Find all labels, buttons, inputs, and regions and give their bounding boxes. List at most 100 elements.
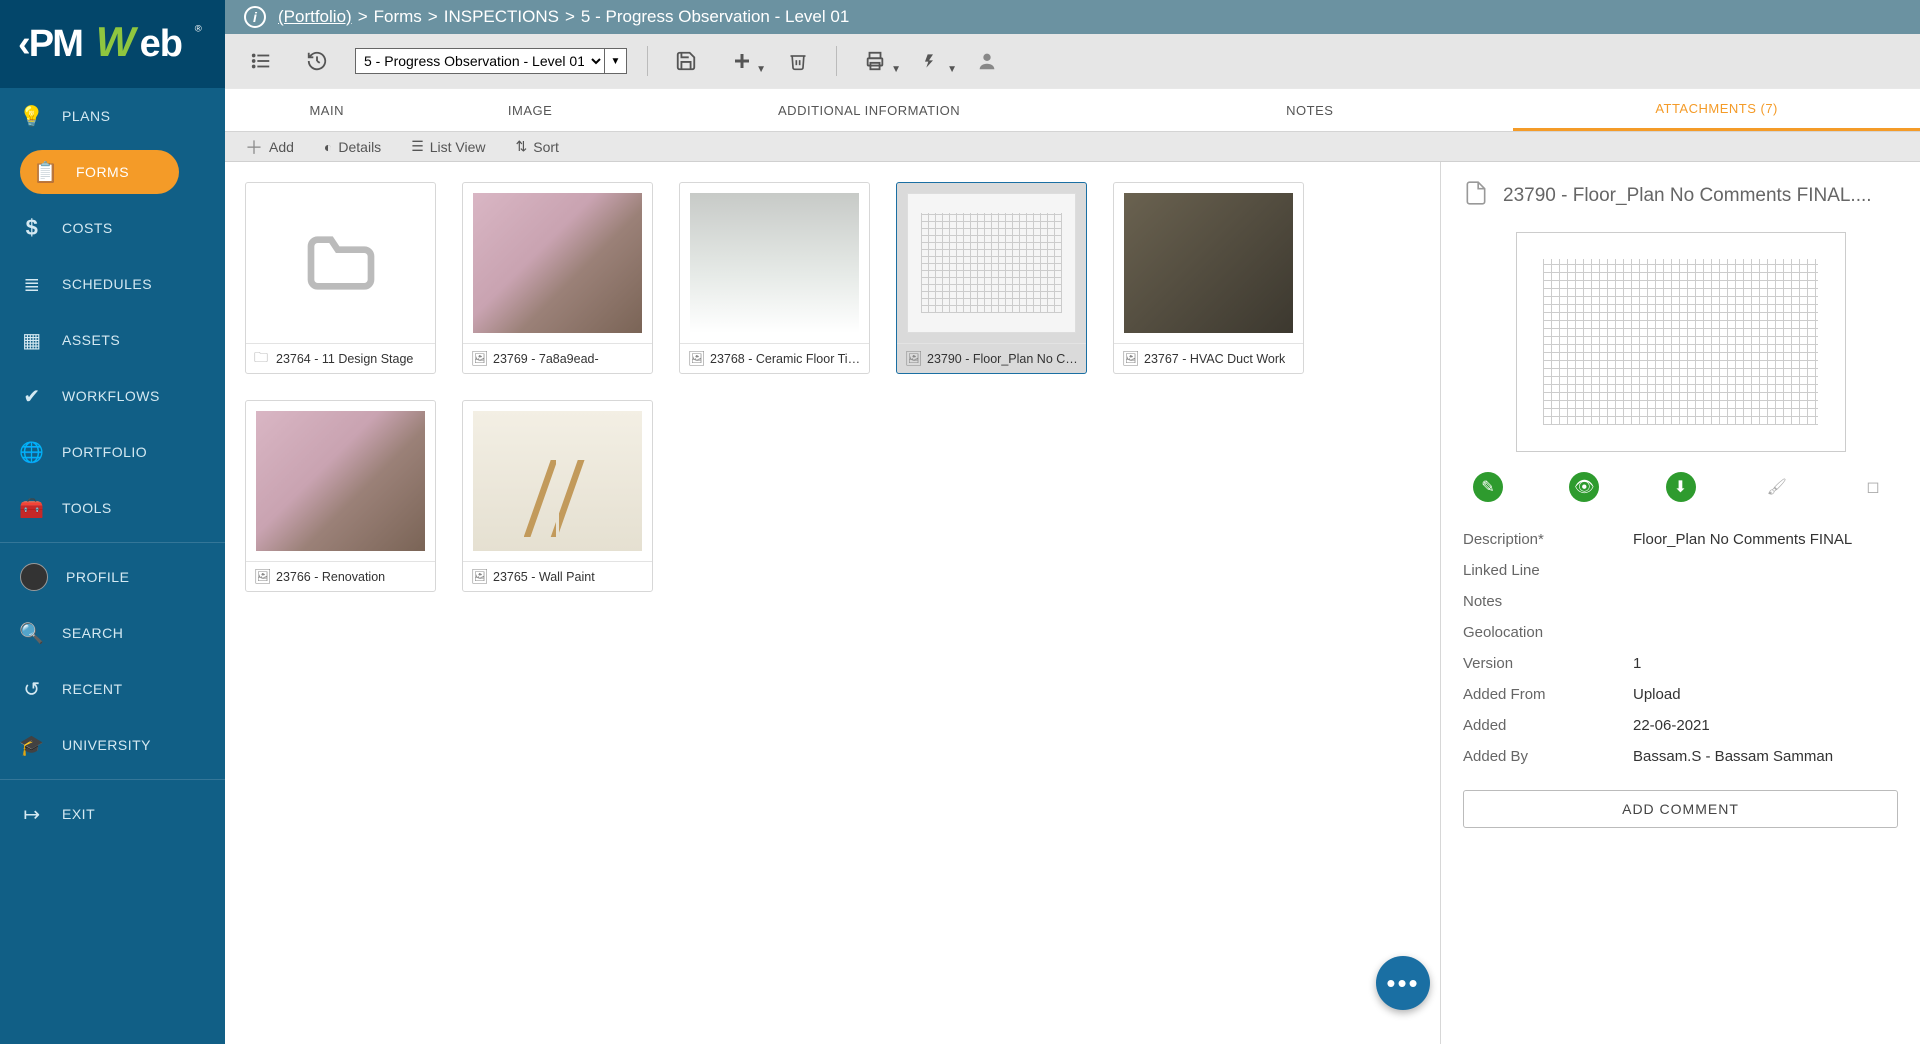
attachment-card[interactable]: 🗀 23764 - 11 Design Stage [245, 182, 436, 374]
tabs: MAIN IMAGE ADDITIONAL INFORMATION NOTES … [225, 88, 1920, 132]
add-button[interactable]: ＋Add [245, 134, 294, 160]
brush-icon[interactable]: 🖌 [1762, 472, 1792, 502]
card-label: 23767 - HVAC Duct Work [1144, 352, 1285, 366]
tab-notes[interactable]: NOTES [1106, 88, 1513, 131]
info-icon[interactable]: i [244, 6, 266, 28]
meta-value: Upload [1633, 686, 1681, 703]
breadcrumb-part: 5 - Progress Observation - Level 01 [581, 7, 849, 27]
attachment-card[interactable]: ✓🖼23790 - Floor_Plan No Com... [896, 182, 1087, 374]
user-icon[interactable] [969, 43, 1005, 79]
list-icon[interactable] [243, 43, 279, 79]
sidebar-item-label: EXIT [62, 806, 95, 822]
sidebar-item-label: COSTS [62, 220, 113, 236]
plus-icon: ＋ [245, 134, 263, 160]
university-icon: 🎓 [20, 733, 44, 758]
details-toggle[interactable]: ◐Details [324, 139, 381, 155]
tools-icon: 🧰 [20, 496, 44, 521]
image-icon: 🖼 [905, 350, 921, 367]
sidebar-item-search[interactable]: 🔍SEARCH [0, 605, 225, 661]
edit-icon[interactable]: ✎ [1473, 472, 1503, 502]
download-icon[interactable]: ⬇ [1666, 472, 1696, 502]
attachment-card[interactable]: 🖼 23767 - HVAC Duct Work [1113, 182, 1304, 374]
main-toolbar: 5 - Progress Observation - Level 01 ▼ ▼ … [225, 34, 1920, 88]
image-icon: 🖼 [1122, 350, 1138, 367]
svg-text:W: W [95, 20, 138, 65]
card-label: 23768 - Ceramic Floor Tiling [710, 352, 861, 366]
sidebar-item-profile[interactable]: PROFILE [0, 549, 225, 605]
sidebar-item-label: SEARCH [62, 625, 123, 641]
view-icon[interactable]: 👁 [1569, 472, 1599, 502]
sidebar-item-workflows[interactable]: ✔ WORKFLOWS [0, 368, 225, 424]
meta-value: Floor_Plan No Comments FINAL [1633, 531, 1852, 548]
sidebar-item-assets[interactable]: ▦ASSETS [0, 312, 225, 368]
meta-key: Added By [1463, 748, 1633, 765]
check-icon: ✔ [20, 384, 44, 409]
image-icon: 🖼 [471, 350, 487, 367]
sidebar-item-university[interactable]: 🎓 UNIVERSITY [0, 717, 225, 773]
tab-main[interactable]: MAIN [225, 88, 428, 131]
sidebar-item-forms[interactable]: 📋FORMS [0, 144, 225, 200]
list-icon: ☰ [411, 138, 424, 155]
sidebar-item-label: PLANS [62, 108, 110, 124]
print-icon[interactable]: ▼ [857, 43, 893, 79]
breadcrumb-part[interactable]: Forms [374, 7, 422, 27]
action-bar: ＋Add ◐Details ☰List View ⇅Sort [225, 132, 1920, 162]
record-selector[interactable]: 5 - Progress Observation - Level 01 [355, 48, 605, 74]
meta-key: Description* [1463, 531, 1633, 548]
card-label: 23766 - Renovation [276, 570, 385, 584]
sidebar-item-portfolio[interactable]: 🌐PORTFOLIO [0, 424, 225, 480]
record-selector-dropdown[interactable]: ▼ [605, 48, 627, 74]
image-icon: 🖼 [471, 568, 487, 585]
svg-text:®: ® [194, 24, 201, 35]
sidebar-item-costs[interactable]: $COSTS [0, 200, 225, 256]
image-icon: 🖼 [254, 568, 270, 585]
toggle-icon: ◐ [324, 139, 332, 155]
list-view-button[interactable]: ☰List View [411, 138, 485, 155]
sort-button[interactable]: ⇅Sort [516, 138, 559, 155]
schedule-icon: ≣ [20, 272, 44, 297]
sort-icon: ⇅ [516, 138, 528, 155]
breadcrumb-part[interactable]: INSPECTIONS [444, 7, 559, 27]
globe-icon: 🌐 [20, 440, 44, 465]
forms-icon: 📋 [34, 160, 58, 185]
sidebar-item-label: RECENT [62, 681, 123, 697]
attachment-card[interactable]: 🖼23765 - Wall Paint [462, 400, 653, 592]
meta-key: Notes [1463, 593, 1633, 610]
meta-value: 1 [1633, 655, 1641, 672]
assets-icon: ▦ [20, 328, 44, 353]
pdf-icon [1463, 178, 1489, 214]
meta-value: 22-06-2021 [1633, 717, 1710, 734]
sidebar-item-label: UNIVERSITY [62, 737, 151, 753]
sidebar-item-recent[interactable]: ↺RECENT [0, 661, 225, 717]
breadcrumb-root[interactable]: (Portfolio) [278, 7, 352, 27]
square-icon[interactable]: ◻ [1858, 472, 1888, 502]
delete-icon[interactable] [780, 43, 816, 79]
attachment-card[interactable]: 🖼 23769 - 7a8a9ead- [462, 182, 653, 374]
image-icon: 🖼 [688, 350, 704, 367]
action-icon[interactable]: ▼ [913, 43, 949, 79]
meta-key: Added [1463, 717, 1633, 734]
sidebar-item-tools[interactable]: 🧰 TOOLS [0, 480, 225, 536]
attachment-preview[interactable] [1463, 232, 1898, 452]
bulb-icon: 💡 [20, 104, 44, 129]
sidebar-item-exit[interactable]: ↦EXIT [0, 786, 225, 842]
fab-more[interactable]: ••• [1376, 956, 1430, 1010]
sidebar-item-plans[interactable]: 💡 PLANS [0, 88, 225, 144]
add-icon[interactable]: ▼ [724, 43, 760, 79]
sidebar-item-label: SCHEDULES [62, 276, 152, 292]
tab-image[interactable]: IMAGE [428, 88, 631, 131]
sidebar-item-label: WORKFLOWS [62, 388, 160, 404]
tab-attachments[interactable]: ATTACHMENTS (7) [1513, 88, 1920, 131]
tab-additional[interactable]: ADDITIONAL INFORMATION [632, 88, 1107, 131]
sidebar-item-label: TOOLS [62, 500, 112, 516]
save-icon[interactable] [668, 43, 704, 79]
history-icon[interactable] [299, 43, 335, 79]
card-label: 23769 - 7a8a9ead- [493, 352, 599, 366]
attachment-card[interactable]: 🖼 23766 - Renovation [245, 400, 436, 592]
card-label: 23764 - 11 Design Stage [276, 352, 413, 366]
svg-text:‹PM: ‹PM [18, 23, 82, 65]
folder-icon: 🗀 [254, 347, 270, 371]
sidebar-item-schedules[interactable]: ≣ SCHEDULES [0, 256, 225, 312]
add-comment-button[interactable]: ADD COMMENT [1463, 790, 1898, 828]
attachment-card[interactable]: 🖼 23768 - Ceramic Floor Tiling [679, 182, 870, 374]
